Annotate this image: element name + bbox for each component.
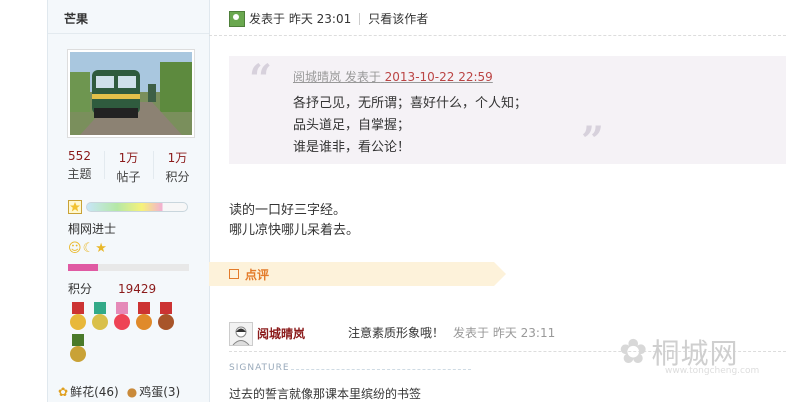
points-row: 积分 19429 — [68, 280, 156, 297]
signature-label: SIGNATURE — [229, 363, 290, 373]
divider — [291, 369, 471, 370]
stat-threads[interactable]: 552 主题 — [57, 149, 103, 185]
site-watermark: ✿ 桐城网 www.tongcheng.com — [619, 332, 759, 376]
sun-icon: ☺ — [68, 241, 82, 256]
quote-line: 各抒己见，无所谓；喜好什么，个人知； — [293, 96, 528, 111]
medal-icon[interactable] — [68, 334, 88, 364]
author-sidebar: 芒果 552 主题 1万 帖子 1万 积分 桐网进士 ☺ ☾ ★ 积分 1942… — [47, 0, 210, 402]
comment-author[interactable]: 阅城晴岚 — [257, 325, 305, 342]
level-progress-bar — [86, 202, 188, 212]
stat-threads-label: 主题 — [67, 167, 92, 181]
train-photo — [70, 52, 192, 135]
medal-icon[interactable] — [68, 302, 88, 332]
divider — [209, 35, 786, 37]
egg-icon: ● — [126, 384, 138, 399]
quote-block: “ 阅城晴岚 发表于 2013-10-22 22:59 各抒己见，无所谓；喜好什… — [229, 56, 786, 165]
stat-points-count: 1万 — [167, 151, 188, 165]
quote-author: 阅城晴岚 发表于 — [293, 70, 381, 84]
quote-close-icon: ” — [581, 118, 605, 165]
points-value: 19429 — [118, 282, 157, 296]
only-author-link[interactable]: 只看该作者 — [368, 10, 428, 27]
quote-line: 品头道足，自掌握； — [293, 118, 411, 133]
flower-icon: ✿ — [58, 384, 69, 399]
watermark-url: www.tongcheng.com — [665, 366, 760, 376]
comments-label: 点评 — [245, 268, 270, 282]
page-left-margin — [0, 0, 47, 402]
medal-icon[interactable] — [90, 302, 110, 332]
comment-time: 发表于 昨天 23:11 — [453, 326, 556, 340]
stat-points-label: 积分 — [165, 170, 190, 184]
medal-icon[interactable] — [156, 302, 176, 332]
watermark-logo-icon: ✿ — [619, 332, 648, 372]
level-row — [68, 200, 188, 214]
gift-eggs[interactable]: ● 鸡蛋(3) — [127, 383, 180, 400]
quote-meta[interactable]: 阅城晴岚 发表于 2013-10-22 22:59 — [293, 68, 493, 85]
medal-icon[interactable] — [134, 302, 154, 332]
stat-points[interactable]: 1万 积分 — [155, 149, 201, 185]
divider — [152, 151, 154, 179]
author-avatar[interactable] — [67, 49, 195, 138]
post-main: 发表于 昨天 23:01 只看该作者 “ 阅城晴岚 发表于 2013-10-22… — [209, 0, 786, 402]
medals — [68, 302, 196, 364]
level-icons: ☺ ☾ ★ — [68, 242, 107, 256]
points-progress-bar — [68, 264, 189, 271]
post-timestamp: 发表于 昨天 23:01 — [249, 12, 352, 26]
gifts: ✿ 鲜花(46) ● 鸡蛋(3) — [58, 383, 180, 400]
quote-line: 谁是谁非，看公论！ — [293, 140, 411, 155]
rank-title: 桐网进士 — [68, 222, 117, 236]
gift-flowers[interactable]: ✿ 鲜花(46) — [58, 383, 119, 400]
divider — [103, 151, 105, 179]
stat-posts-label: 帖子 — [116, 170, 141, 184]
comments-header: 点评 — [209, 262, 506, 286]
post-body-line: 哪儿凉快哪儿呆着去。 — [229, 223, 360, 238]
divider — [359, 12, 361, 25]
gift-eggs-label: 鸡蛋(3) — [139, 385, 181, 399]
signature-text: 过去的誓言就像那课本里缤纷的书签 — [229, 387, 422, 401]
comment-avatar[interactable] — [229, 322, 253, 346]
points-label: 积分 — [68, 282, 93, 296]
author-name[interactable]: 芒果 — [64, 10, 88, 27]
comment-text: 注意素质形象哦！ — [348, 326, 445, 340]
author-stats: 552 主题 1万 帖子 1万 积分 — [56, 149, 201, 185]
level-star-icon — [68, 200, 82, 214]
stat-posts[interactable]: 1万 帖子 — [106, 149, 152, 185]
moon-icon: ☾ — [82, 241, 95, 256]
post-header: 发表于 昨天 23:01 只看该作者 — [229, 10, 428, 27]
comment-box-icon — [229, 269, 239, 279]
stat-threads-count: 552 — [68, 149, 91, 163]
gift-flowers-label: 鲜花(46) — [70, 385, 119, 399]
medal-icon[interactable] — [112, 302, 132, 332]
star-icon: ★ — [95, 241, 107, 256]
divider — [48, 33, 209, 34]
points-progress-fill — [68, 264, 99, 271]
post-body-line: 读的一口好三字经。 — [229, 203, 347, 218]
user-avatar-icon — [230, 323, 252, 346]
quote-open-icon: “ — [249, 56, 273, 103]
quote-date: 2013-10-22 22:59 — [384, 70, 493, 84]
stat-posts-count: 1万 — [118, 151, 139, 165]
online-user-icon — [229, 10, 245, 27]
